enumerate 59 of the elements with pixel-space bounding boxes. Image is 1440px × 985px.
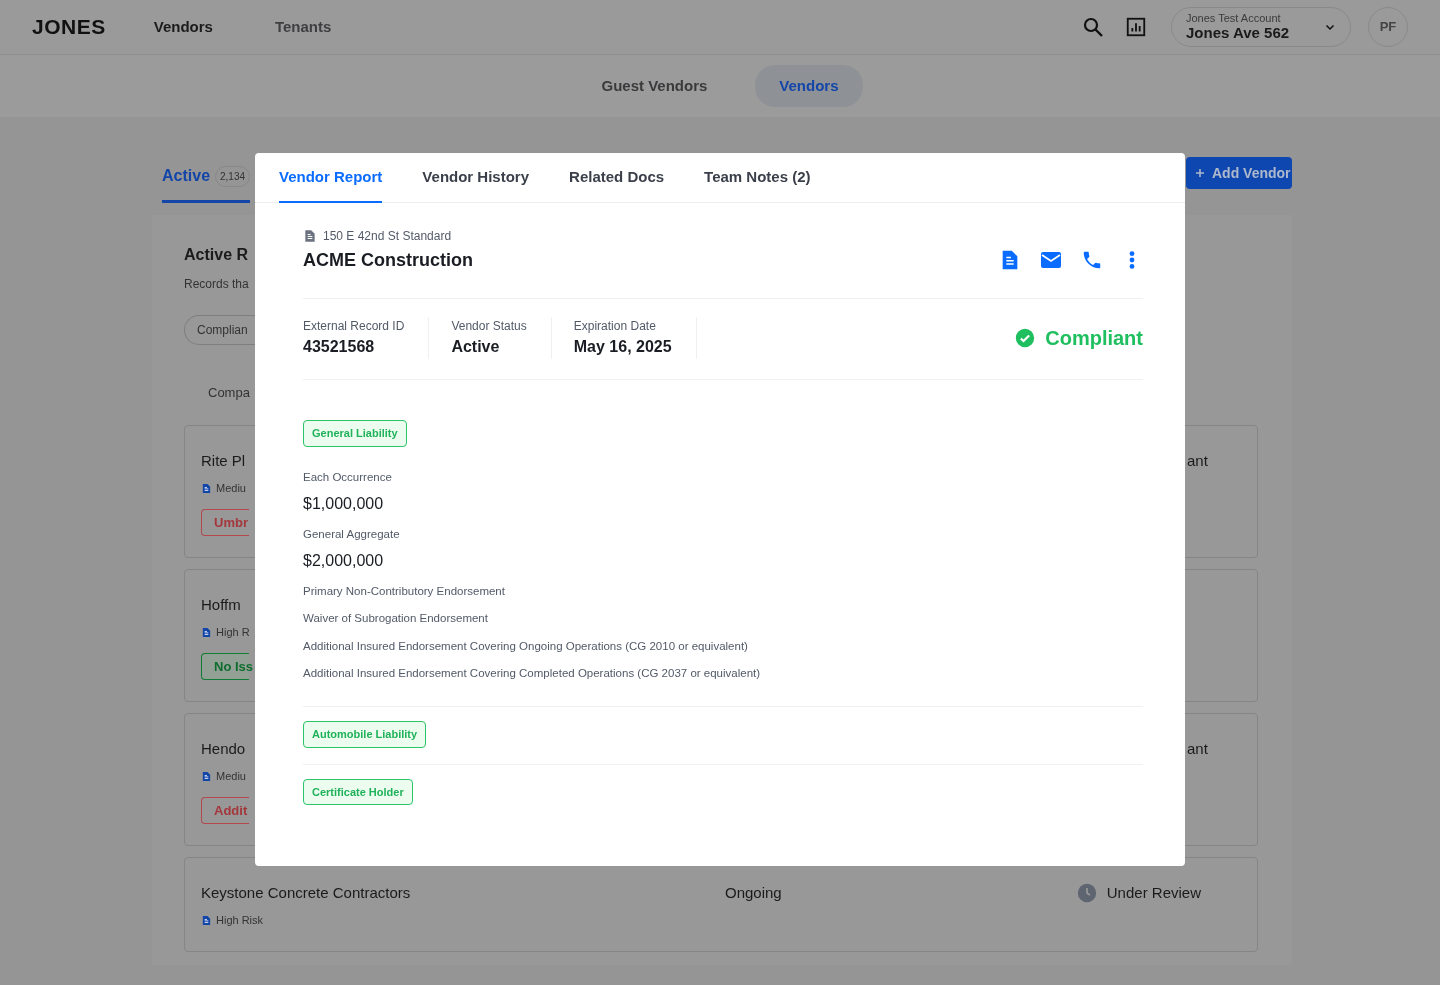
coverage-label: Additional Insured Endorsement Covering Ongoing Operations (CG 2010 or equivalent) bbox=[303, 638, 749, 654]
coverage-label: Additional Insured Endorsement Covering Completed Operations (CG 2037 or equivalent) bbox=[303, 665, 762, 681]
vendor-status: Under Review bbox=[1106, 882, 1201, 903]
coverage-label: Primary Non-Contributory Endorsement bbox=[303, 584, 506, 599]
plus-icon bbox=[1194, 167, 1206, 179]
account-caption: Jones Test Account bbox=[1186, 11, 1282, 25]
vendor-name: Rite Pl bbox=[201, 450, 247, 471]
nav-link[interactable]: Vendors bbox=[153, 15, 213, 39]
chart-icon[interactable] bbox=[1125, 16, 1147, 38]
field-value: Active bbox=[451, 337, 501, 357]
risk-level: Mediu bbox=[216, 481, 246, 496]
field-label: Vendor Status bbox=[451, 318, 527, 335]
modal-tab[interactable]: Related Docs bbox=[569, 153, 665, 203]
section-description: Records tha bbox=[184, 276, 249, 293]
requirement-tag: Umbr bbox=[201, 508, 249, 536]
risk-level: High R bbox=[216, 625, 250, 640]
modal-tab[interactable]: Vendor History bbox=[422, 153, 530, 203]
vendor-name: Keystone Concrete Contractors bbox=[201, 882, 411, 903]
subnav-tab[interactable]: Vendors bbox=[755, 64, 863, 108]
nav-link[interactable]: Tenants bbox=[274, 15, 332, 39]
document-icon bbox=[201, 914, 212, 926]
column-header: Compa bbox=[208, 384, 250, 402]
modal-tab[interactable]: Team Notes (2) bbox=[704, 153, 811, 203]
document-icon bbox=[201, 770, 212, 782]
template-name: 150 E 42nd St Standard bbox=[323, 228, 452, 245]
coverage-amount: $1,000,000 bbox=[303, 493, 385, 514]
coverage-label: Waiver of Subrogation Endorsement bbox=[303, 611, 489, 627]
document-icon bbox=[201, 626, 212, 638]
field-value: 43521568 bbox=[303, 337, 376, 357]
vendor-name: ACME Construction bbox=[303, 249, 473, 272]
field-label: Expiration Date bbox=[573, 318, 657, 335]
risk-level: Mediu bbox=[216, 769, 246, 784]
phone-icon[interactable] bbox=[1081, 249, 1103, 271]
compliance-status: Compliant bbox=[1045, 326, 1143, 351]
vendor-name: Hoffm bbox=[201, 594, 242, 615]
add-vendor-button[interactable]: Add Vendor bbox=[1186, 157, 1292, 189]
coverage-tag: Certificate Holder bbox=[303, 778, 413, 805]
field-value: May 16, 2025 bbox=[573, 337, 672, 357]
document-icon bbox=[201, 482, 212, 494]
vendor-status: ant bbox=[1186, 450, 1209, 471]
coverage-tag: Automobile Liability bbox=[303, 721, 427, 748]
account-name: Jones Ave 562 bbox=[1186, 24, 1290, 43]
coverage-label: Each Occurrence bbox=[303, 469, 393, 485]
modal-tab[interactable]: Vendor Report bbox=[279, 153, 383, 203]
coverage-amount: $2,000,000 bbox=[303, 551, 385, 571]
requirement-tag: Addit bbox=[201, 796, 249, 824]
field-label: External Record ID bbox=[303, 318, 405, 335]
document-icon bbox=[303, 229, 317, 243]
coverage-tag: General Liability bbox=[303, 420, 407, 447]
section-heading: Active R bbox=[184, 245, 249, 265]
logo[interactable]: JONES bbox=[32, 11, 106, 43]
subnav-tab[interactable]: Guest Vendors bbox=[577, 64, 732, 108]
risk-level: High Risk bbox=[216, 913, 264, 928]
vendor-name: Hendo bbox=[201, 738, 247, 759]
search-icon[interactable] bbox=[1081, 15, 1105, 39]
status-tab[interactable]: Active 2,134 bbox=[162, 164, 251, 203]
coverage-period: Ongoing bbox=[725, 882, 782, 903]
vendor-status: ant bbox=[1186, 738, 1209, 759]
coverage-label: General Aggregate bbox=[303, 526, 401, 542]
